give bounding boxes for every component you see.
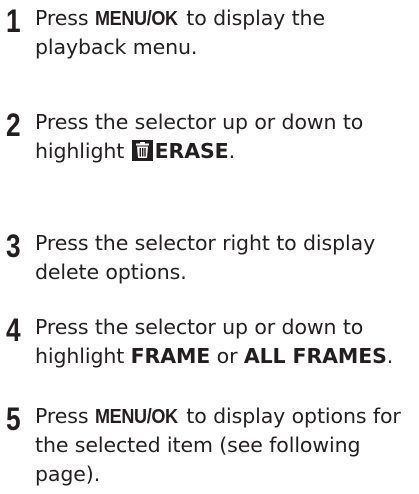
all-frames-label: ALL FRAMES: [243, 344, 387, 368]
frame-label: FRAME: [130, 344, 211, 368]
step-number: 1: [6, 3, 21, 39]
step-number: 4: [6, 312, 21, 348]
step-text: Press the selector up or down to highlig…: [35, 108, 416, 166]
step-text: Press MENU/OK to display the playback me…: [35, 4, 416, 62]
step-text: Press MENU/OK to display options for the…: [35, 402, 416, 489]
erase-label: ERASE: [154, 139, 229, 163]
menu-ok-button-label: MENU/OK: [94, 405, 178, 428]
text-segment: Press the selector right to display dele…: [35, 231, 376, 284]
text-segment: .: [228, 139, 236, 163]
step-number: 3: [6, 228, 21, 264]
text-segment: or: [210, 344, 244, 368]
text-segment: .: [386, 344, 394, 368]
text-segment: Press: [35, 404, 95, 428]
step-number: 5: [6, 401, 21, 437]
menu-ok-button-label: MENU/OK: [94, 7, 178, 30]
trash-icon: [131, 140, 153, 161]
text-segment: Press: [35, 6, 95, 30]
step-text: Press the selector right to display dele…: [35, 229, 416, 287]
step-text: Press the selector up or down to highlig…: [35, 313, 416, 371]
step-number: 2: [6, 107, 21, 143]
